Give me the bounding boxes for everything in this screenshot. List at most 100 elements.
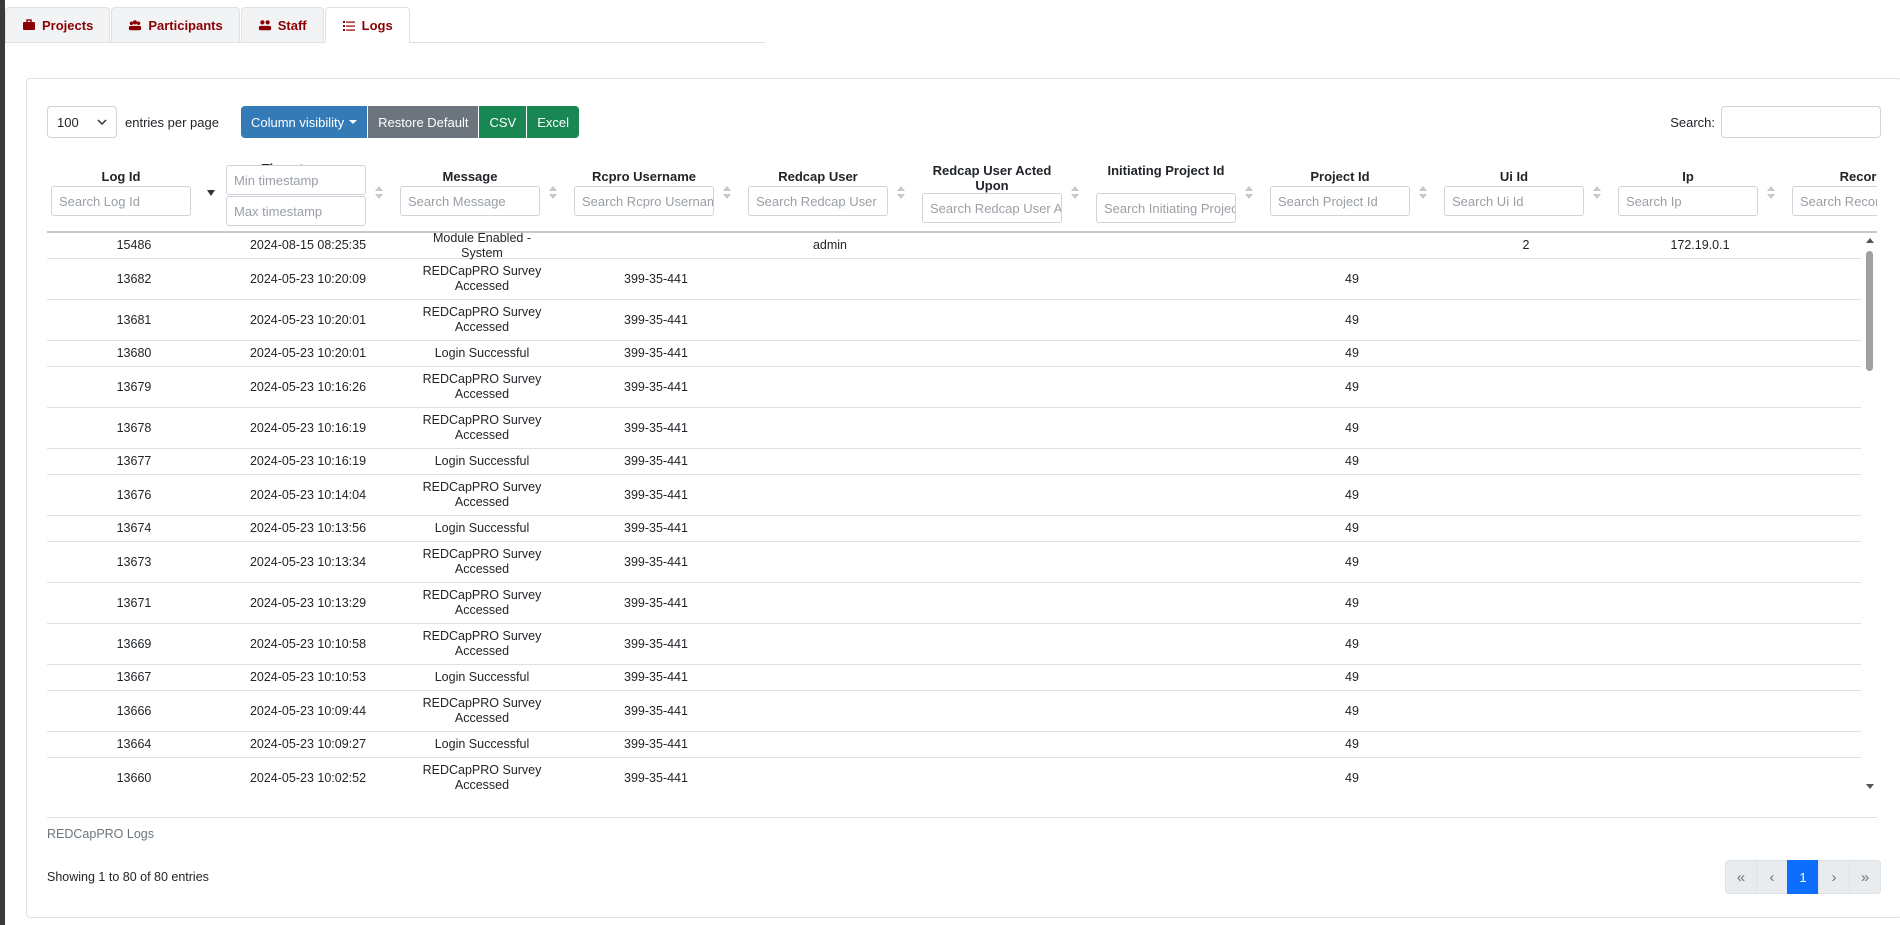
column-header[interactable]: Rcpro Username Search Rcpro Username <box>569 153 743 231</box>
sort-icon[interactable] <box>375 186 383 200</box>
page-length-value: 100 <box>57 114 79 130</box>
cell-log-id: 13677 <box>116 454 152 468</box>
cell-log-id: 13680 <box>116 346 152 360</box>
max-timestamp-input[interactable]: Max timestamp <box>226 196 366 226</box>
cell-rcpro-username: 399-35-441 <box>624 312 688 327</box>
sort-icon[interactable] <box>1245 186 1253 200</box>
cell-log-id: 13674 <box>116 521 152 535</box>
cell-redcap-user <box>743 449 917 474</box>
cell-project-id: 49 <box>1345 770 1359 785</box>
excel-button[interactable]: Excel <box>526 106 580 138</box>
cell-project-id: 49 <box>1345 554 1359 569</box>
search-input[interactable] <box>1721 106 1881 138</box>
cell-rcpro-username: 399-35-441 <box>624 595 688 610</box>
cell-message: REDCapPRO Survey Accessed <box>422 547 542 576</box>
cell-project-id: 49 <box>1345 346 1359 360</box>
cell-project-id: 49 <box>1345 487 1359 502</box>
cell-redcap-user <box>743 475 917 515</box>
restore-default-button[interactable]: Restore Default <box>367 106 479 138</box>
cell-redcap-user <box>743 516 917 541</box>
sort-icon[interactable] <box>723 186 731 200</box>
column-header[interactable]: Project Id Search Project Id <box>1265 153 1439 231</box>
column-search-input[interactable]: Search Ip <box>1618 186 1758 216</box>
tab-staff[interactable]: Staff <box>240 7 324 42</box>
tab-logs[interactable]: Logs <box>324 7 410 43</box>
table-row[interactable]: 13681 2024-05-23 10:20:01 REDCapPRO Survey… <box>47 300 1861 341</box>
table-row[interactable]: 13682 2024-05-23 10:20:09 REDCapPRO Survey… <box>47 259 1861 300</box>
page-1-button[interactable]: 1 <box>1787 860 1819 894</box>
table-row[interactable]: 15486 2024-08-15 08:25:35 Module Enabled -… <box>47 233 1861 260</box>
global-search: Search: <box>1670 106 1881 138</box>
cell-log-id: 13669 <box>116 636 152 651</box>
sort-icon[interactable] <box>897 186 905 200</box>
sort-icon[interactable] <box>1593 186 1601 200</box>
page-length-select[interactable]: 100 <box>47 106 117 138</box>
column-search-input[interactable]: Search Initiating Project Id <box>1096 193 1236 223</box>
cell-rcpro-username: 399-35-441 <box>624 379 688 394</box>
table-row[interactable]: 13664 2024-05-23 10:09:27 Login Successful… <box>47 732 1861 758</box>
table-row[interactable]: 13669 2024-05-23 10:10:58 REDCapPRO Survey… <box>47 624 1861 665</box>
cell-log-id: 13664 <box>116 737 152 751</box>
column-header[interactable]: Redcap User Search Redcap User <box>743 153 917 231</box>
cell-ui-id <box>1439 583 1613 623</box>
column-search-input[interactable]: Search Ui Id <box>1444 186 1584 216</box>
cell-message: Login Successful <box>434 670 530 684</box>
table-row[interactable]: 13666 2024-05-23 10:09:44 REDCapPRO Survey… <box>47 691 1861 732</box>
sort-icon[interactable] <box>1071 186 1079 200</box>
last-page-button[interactable]: » <box>1849 860 1881 894</box>
cell-timestamp: 2024-08-15 08:25:35 <box>249 238 367 252</box>
window-edge <box>0 0 5 925</box>
column-header[interactable]: TimestampMin timestampMax timestamp <box>221 153 395 231</box>
cell-ui-id <box>1439 475 1613 515</box>
column-visibility-button[interactable]: Column visibility <box>240 106 368 138</box>
column-header[interactable]: Message Search Message <box>395 153 569 231</box>
table-row[interactable]: 13660 2024-05-23 10:02:52 REDCapPRO Survey… <box>47 758 1861 793</box>
sort-desc-icon[interactable] <box>207 190 215 196</box>
column-header[interactable]: Record Search Record <box>1787 153 1877 231</box>
column-header[interactable]: Redcap User Acted Upon Search Redcap User… <box>917 153 1091 231</box>
scroll-thumb[interactable] <box>1866 251 1873 371</box>
table-row[interactable]: 13680 2024-05-23 10:20:01 Login Successful… <box>47 341 1861 367</box>
column-header[interactable]: Initiating Project Id Search Initiating P… <box>1091 153 1265 231</box>
sort-icon[interactable] <box>1767 186 1775 200</box>
tab-label: Projects <box>42 17 94 33</box>
sort-icon[interactable] <box>1419 186 1427 200</box>
column-title: Rcpro Username <box>591 169 697 184</box>
prev-page-button[interactable]: ‹ <box>1756 860 1788 894</box>
scroll-up-icon[interactable] <box>1866 238 1874 243</box>
column-search-input[interactable]: Search Record <box>1792 186 1877 216</box>
min-timestamp-input[interactable]: Min timestamp <box>226 165 366 195</box>
tab-projects[interactable]: Projects <box>5 7 111 42</box>
csv-button[interactable]: CSV <box>478 106 527 138</box>
column-header[interactable]: Log Id Search Log Id <box>47 153 221 231</box>
column-search-input[interactable]: Search Redcap User <box>748 186 888 216</box>
column-search-input[interactable]: Search Rcpro Username <box>574 186 714 216</box>
table-row[interactable]: 13676 2024-05-23 10:14:04 REDCapPRO Survey… <box>47 475 1861 516</box>
cell-message: REDCapPRO Survey Accessed <box>422 588 542 617</box>
cell-rcpro-username: 399-35-441 <box>624 346 688 360</box>
first-page-button[interactable]: « <box>1725 860 1757 894</box>
table-row[interactable]: 13667 2024-05-23 10:10:53 Login Successful… <box>47 665 1861 691</box>
column-search-input[interactable]: Search Redcap User Acted Upon <box>922 193 1062 223</box>
cell-project-id: 49 <box>1345 636 1359 651</box>
cell-log-id: 13676 <box>116 487 152 502</box>
table-row[interactable]: 13677 2024-05-23 10:16:19 Login Successful… <box>47 449 1861 475</box>
vertical-scrollbar[interactable] <box>1863 233 1877 793</box>
column-header[interactable]: Ip Search Ip <box>1613 153 1787 231</box>
table-row[interactable]: 13674 2024-05-23 10:13:56 Login Successful… <box>47 516 1861 542</box>
cell-message: Module Enabled - System <box>433 233 531 260</box>
table-row[interactable]: 13671 2024-05-23 10:13:29 REDCapPRO Survey… <box>47 583 1861 624</box>
cell-rcpro-username: 399-35-441 <box>624 271 688 286</box>
sort-icon[interactable] <box>549 186 557 200</box>
next-page-button[interactable]: › <box>1818 860 1850 894</box>
column-header[interactable]: Ui Id Search Ui Id <box>1439 153 1613 231</box>
column-search-input[interactable]: Search Project Id <box>1270 186 1410 216</box>
tab-participants[interactable]: Participants <box>111 7 240 42</box>
cell-log-id: 13667 <box>116 670 152 684</box>
column-search-input[interactable]: Search Message <box>400 186 540 216</box>
table-row[interactable]: 13679 2024-05-23 10:16:26 REDCapPRO Survey… <box>47 367 1861 408</box>
table-row[interactable]: 13673 2024-05-23 10:13:34 REDCapPRO Survey… <box>47 542 1861 583</box>
column-search-input[interactable]: Search Log Id <box>51 186 191 216</box>
scroll-down-icon[interactable] <box>1866 784 1874 789</box>
table-row[interactable]: 13678 2024-05-23 10:16:19 REDCapPRO Survey… <box>47 408 1861 449</box>
